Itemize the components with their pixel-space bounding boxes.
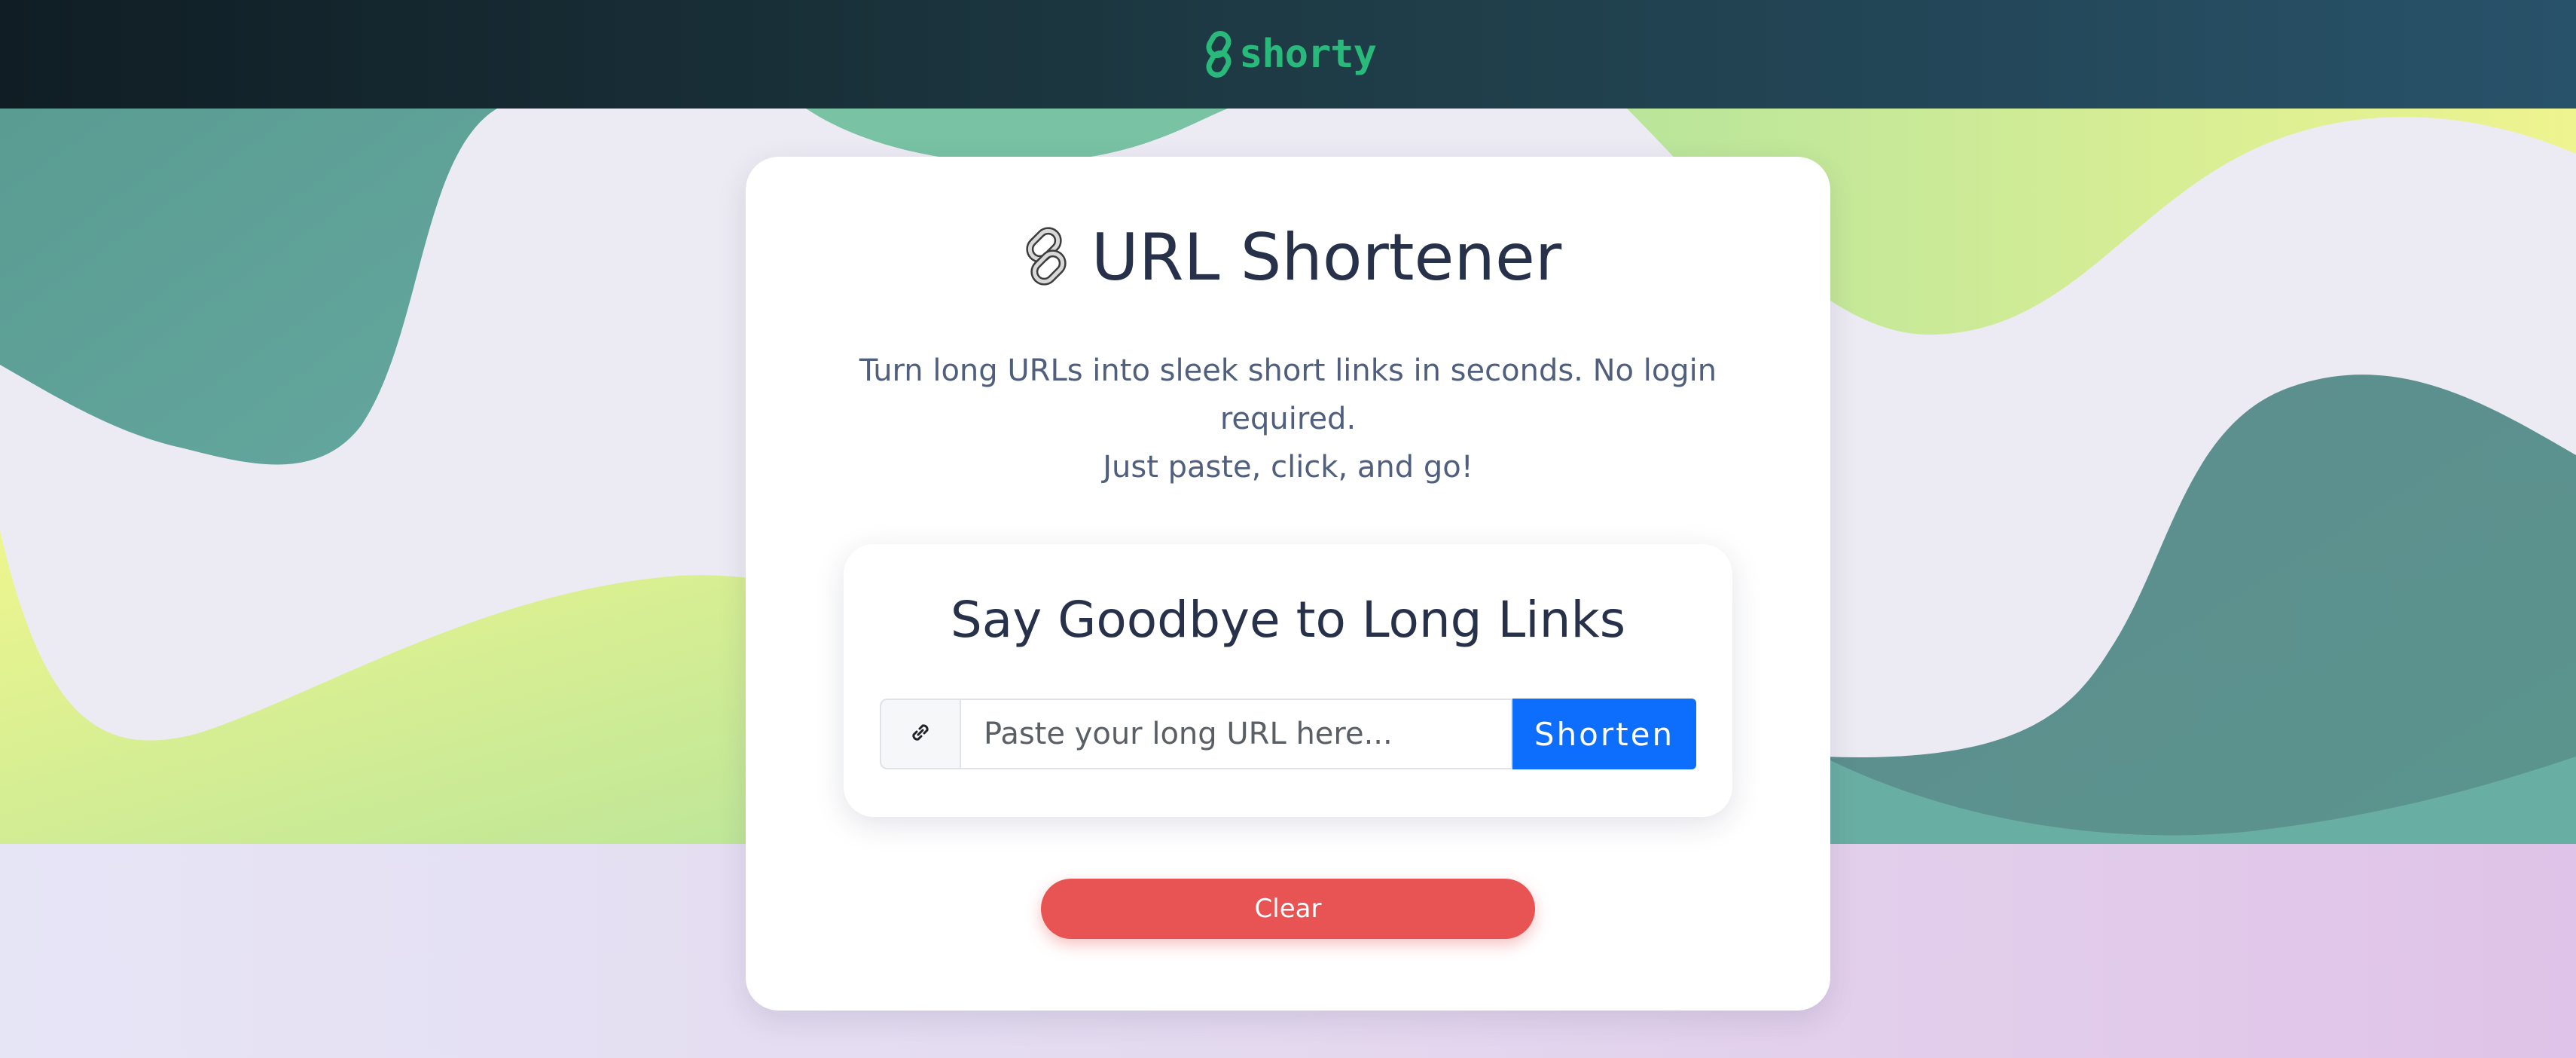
url-form-card: Say Goodbye to Long Links Shorten xyxy=(844,544,1732,817)
chain-link-icon xyxy=(1200,30,1238,78)
url-input[interactable] xyxy=(960,699,1512,769)
clear-button[interactable]: Clear xyxy=(1041,879,1535,939)
subtitle-line-1: Turn long URLs into sleek short links in… xyxy=(859,353,1717,436)
page-title: URL Shortener xyxy=(1091,220,1562,295)
subtitle-line-2: Just paste, click, and go! xyxy=(1103,450,1473,485)
input-addon xyxy=(880,699,960,769)
link-icon xyxy=(908,720,933,748)
shortener-card: URL Shortener Turn long URLs into sleek … xyxy=(746,157,1830,1011)
page-subtitle: Turn long URLs into sleek short links in… xyxy=(791,347,1785,491)
brand-logo[interactable]: shorty xyxy=(1200,30,1377,78)
shorten-button[interactable]: Shorten xyxy=(1512,699,1696,769)
form-heading: Say Goodbye to Long Links xyxy=(950,591,1626,649)
link-emoji-icon xyxy=(1015,225,1078,291)
url-input-group: Shorten xyxy=(880,699,1696,769)
navbar: shorty xyxy=(0,0,2576,109)
brand-name: shorty xyxy=(1239,32,1377,77)
title-row: URL Shortener xyxy=(746,225,1830,291)
